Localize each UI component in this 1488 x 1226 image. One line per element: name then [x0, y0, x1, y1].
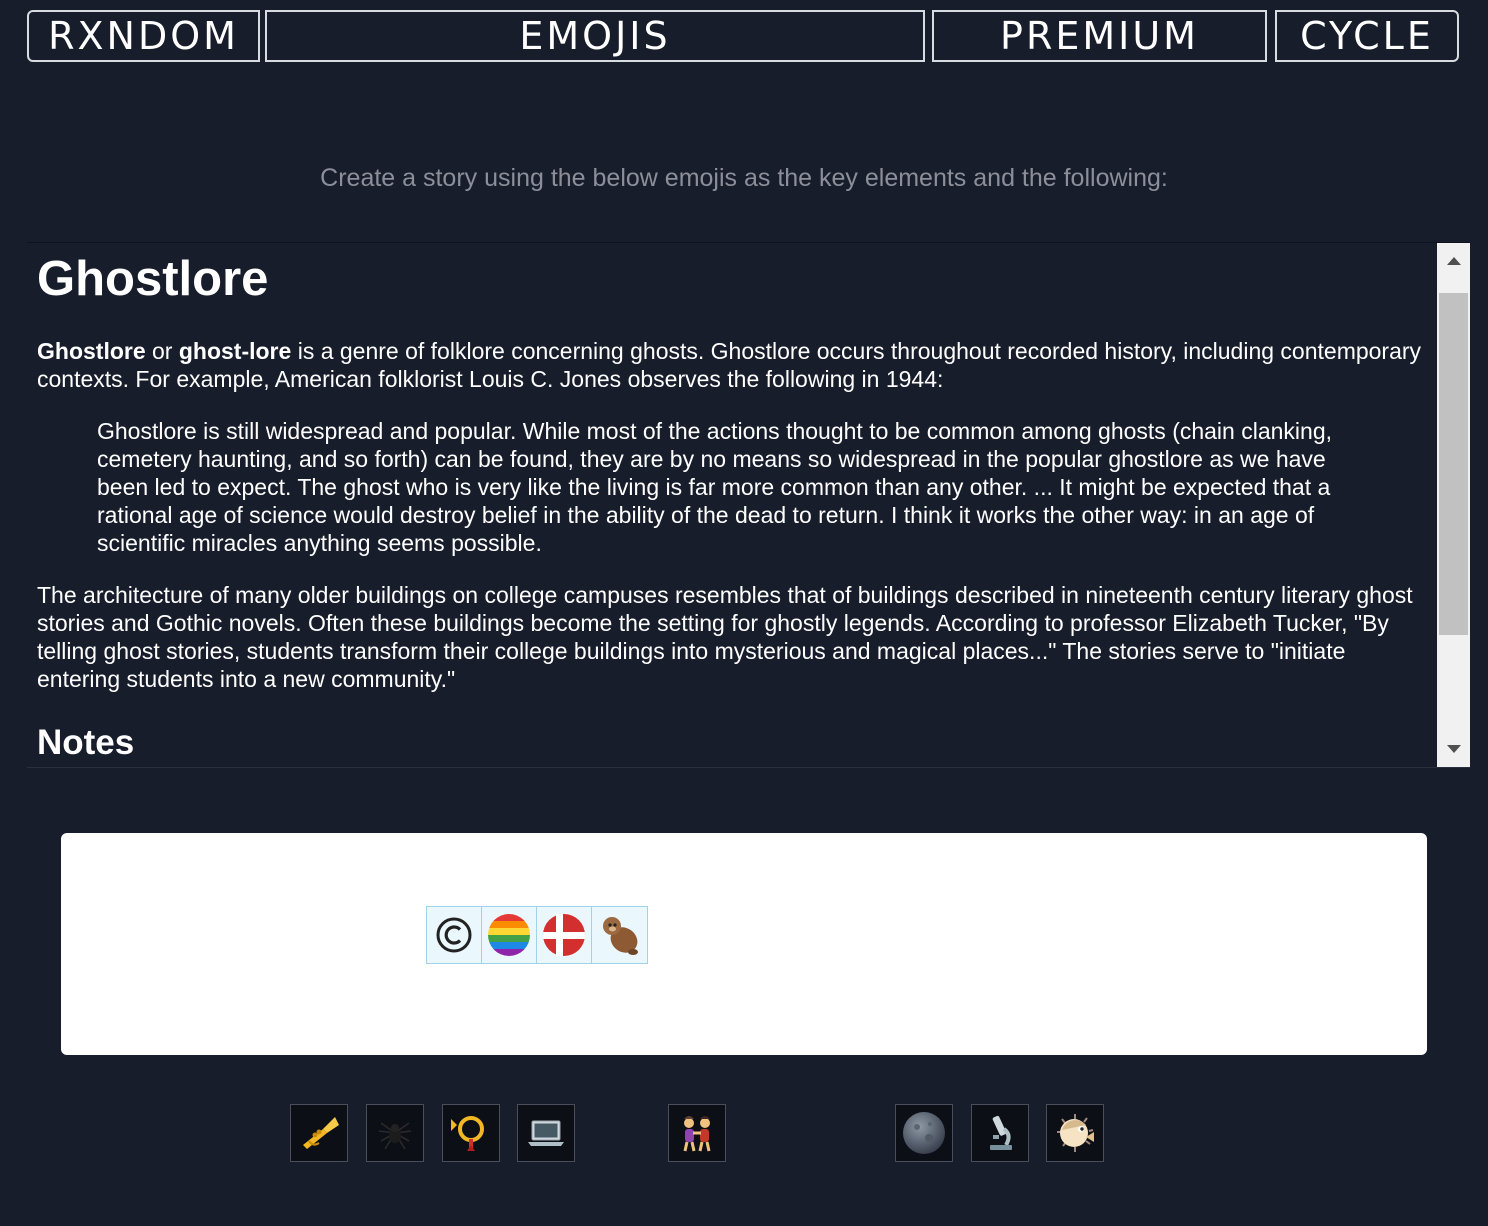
intro-or: or	[145, 338, 179, 364]
selected-emoji[interactable]	[537, 907, 592, 963]
article-paragraph-2: The architecture of many older buildings…	[37, 582, 1413, 692]
laptop-icon	[528, 1120, 564, 1146]
article-intro: Ghostlore or ghost-lore is a genre of fo…	[37, 337, 1427, 393]
emoji-canvas[interactable]	[61, 833, 1427, 1055]
selected-emoji[interactable]	[592, 907, 647, 963]
emoji-tile[interactable]	[290, 1104, 348, 1162]
article-quote: Ghostlore is still widespread and popula…	[97, 418, 1333, 556]
emoji-tile[interactable]	[1046, 1104, 1104, 1162]
emoji-tile[interactable]	[442, 1104, 500, 1162]
otter-icon	[602, 917, 638, 955]
selected-emoji[interactable]	[482, 907, 537, 963]
emojis-button[interactable]: EMOJIS	[265, 10, 925, 62]
story-prompt: Create a story using the below emojis as…	[320, 164, 1168, 192]
scroll-up-icon[interactable]	[1437, 243, 1470, 279]
scroll-down-icon[interactable]	[1437, 731, 1470, 767]
article-panel[interactable]: Ghostlore Ghostlore or ghost-lore is a g…	[27, 242, 1470, 768]
trumpet-icon	[303, 1117, 339, 1149]
postal-horn-icon	[451, 1116, 484, 1151]
emoji-tile[interactable]	[895, 1104, 953, 1162]
microscope-icon	[990, 1115, 1012, 1150]
article-title: Ghostlore	[37, 252, 269, 306]
spider-icon	[378, 1122, 412, 1150]
women-wrestling-icon	[683, 1116, 711, 1152]
copyright-icon	[436, 917, 472, 953]
moon-icon	[903, 1112, 945, 1154]
selected-emoji[interactable]	[427, 907, 482, 963]
cycle-button[interactable]: CYCLE	[1275, 10, 1459, 62]
article-content: Ghostlore Ghostlore or ghost-lore is a g…	[37, 243, 1427, 763]
article-scrollbar[interactable]	[1437, 243, 1470, 767]
notes-heading: Notes	[37, 723, 135, 762]
emoji-tile[interactable]	[971, 1104, 1029, 1162]
selected-emoji-row[interactable]	[426, 906, 648, 964]
emoji-tile[interactable]	[668, 1104, 726, 1162]
blowfish-icon	[1057, 1114, 1094, 1152]
intro-bold-term-alt: ghost-lore	[178, 338, 292, 364]
premium-button[interactable]: PREMIUM	[932, 10, 1267, 62]
intro-bold-term: Ghostlore	[37, 338, 146, 364]
random-button[interactable]: RXNDOM	[27, 10, 260, 62]
emoji-tile[interactable]	[366, 1104, 424, 1162]
rainbow-circle-icon	[488, 914, 530, 956]
scroll-thumb[interactable]	[1439, 293, 1468, 635]
emoji-tile[interactable]	[517, 1104, 575, 1162]
denmark-flag-icon	[543, 914, 585, 956]
